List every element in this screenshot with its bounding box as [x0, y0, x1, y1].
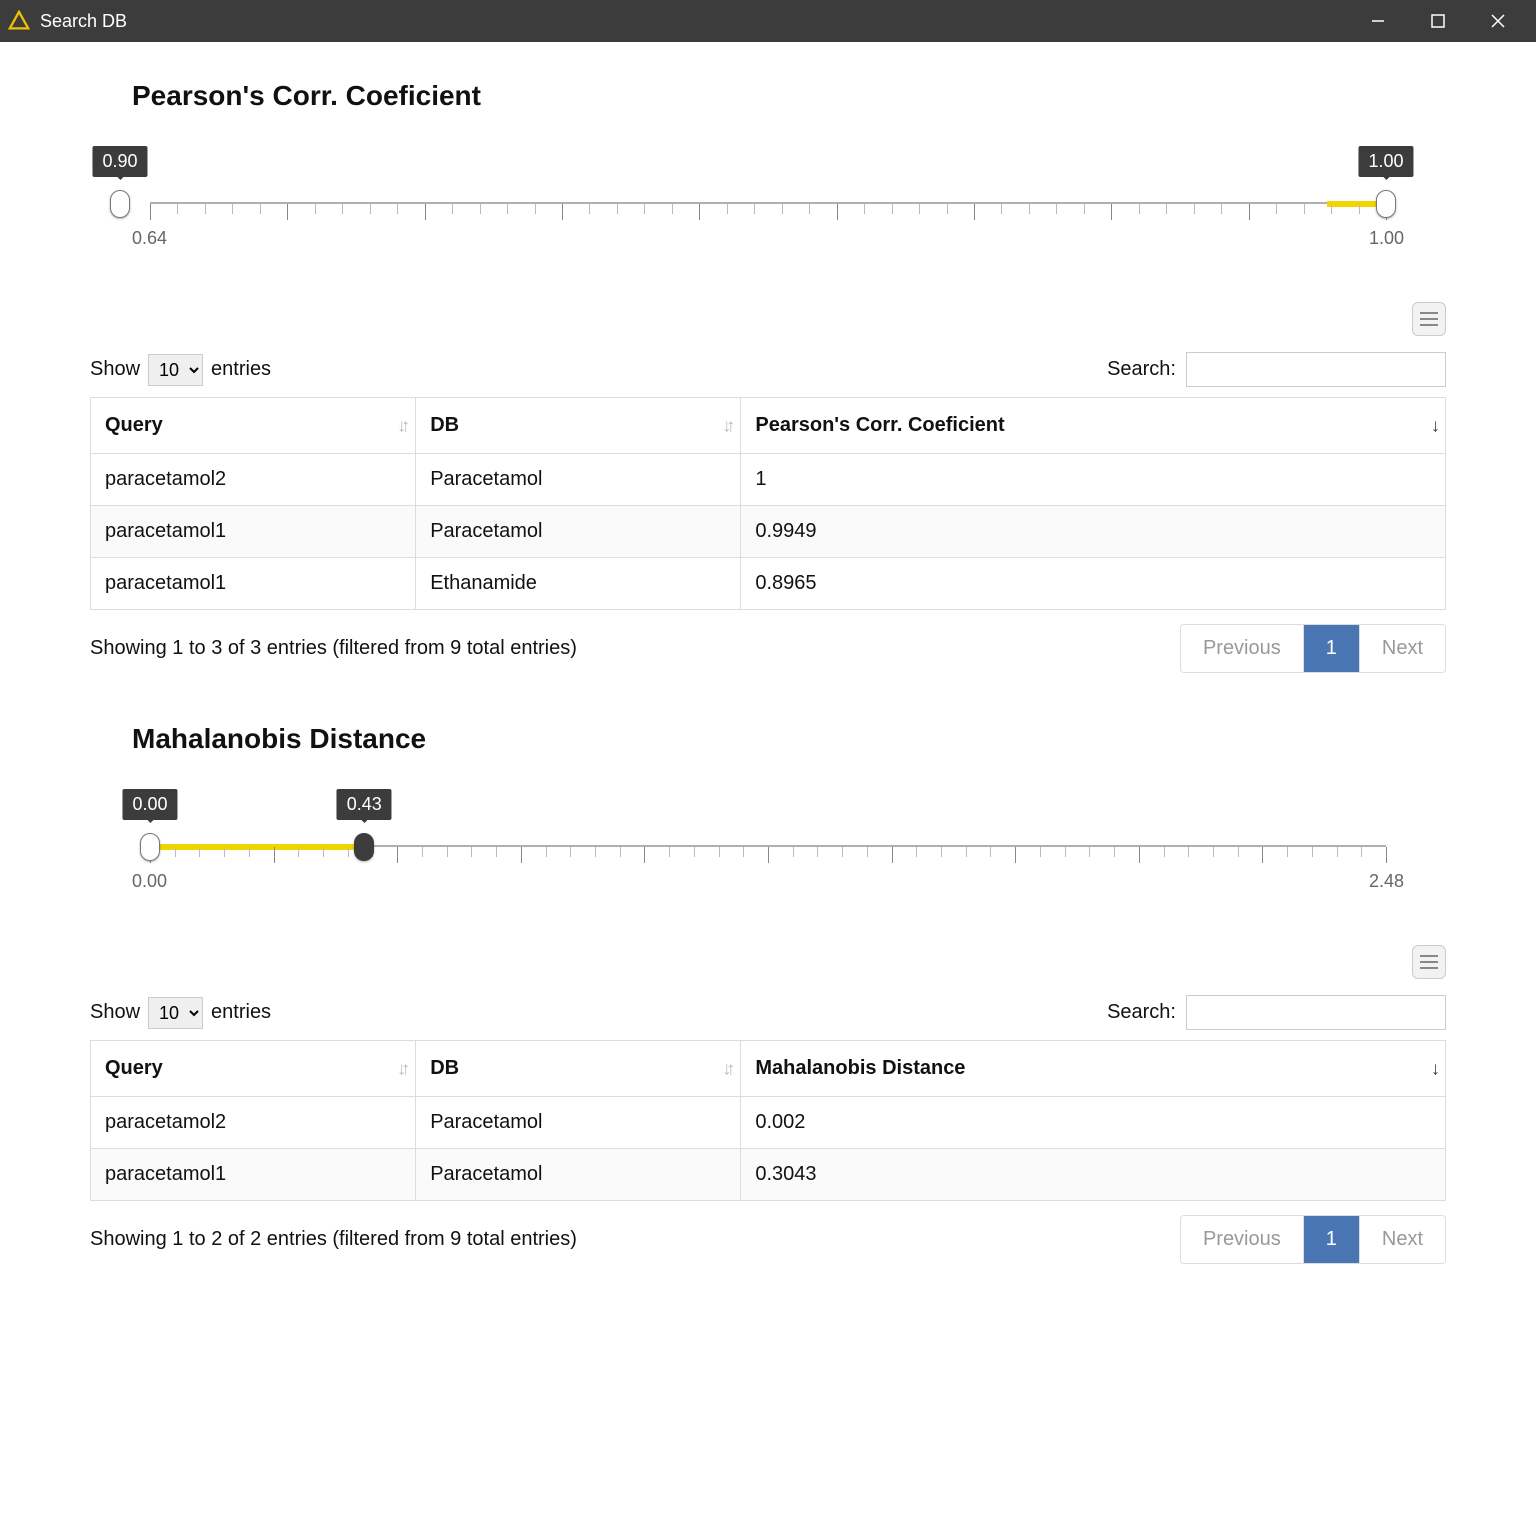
mahalanobis-slider-high-handle[interactable]	[354, 833, 374, 861]
table-cell: 1	[741, 454, 1446, 506]
show-label: Show	[90, 1001, 140, 1024]
mahalanobis-page-next[interactable]: Next	[1359, 1216, 1445, 1263]
window-titlebar: Search DB	[0, 0, 1536, 42]
sort-both-icon: ↓↑	[397, 1058, 405, 1079]
table-row: paracetamol2Paracetamol1	[91, 454, 1446, 506]
mahalanobis-slider-min-label: 0.00	[132, 871, 167, 892]
pearson-range-slider[interactable]: 0.90 1.00 0.64 1.00	[120, 142, 1416, 272]
pearson-col-value[interactable]: Pearson's Corr. Coeficient ↓	[741, 398, 1446, 454]
table-cell: Paracetamol	[416, 454, 741, 506]
table-cell: paracetamol1	[91, 1149, 416, 1201]
mahalanobis-col-query[interactable]: Query ↓↑	[91, 1041, 416, 1097]
mahalanobis-pagination: Previous 1 Next	[1180, 1215, 1446, 1264]
table-cell: Paracetamol	[416, 1097, 741, 1149]
mahalanobis-page-previous[interactable]: Previous	[1181, 1216, 1303, 1263]
sort-both-icon: ↓↑	[722, 415, 730, 436]
table-cell: Paracetamol	[416, 506, 741, 558]
section-pearson-title: Pearson's Corr. Coeficient	[132, 80, 1446, 112]
sort-both-icon: ↓↑	[397, 415, 405, 436]
window-maximize-button[interactable]	[1408, 0, 1468, 42]
pearson-search-input[interactable]	[1186, 352, 1446, 387]
table-cell: 0.9949	[741, 506, 1446, 558]
pearson-page-next[interactable]: Next	[1359, 625, 1445, 672]
pearson-col-db[interactable]: DB ↓↑	[416, 398, 741, 454]
table-cell: Ethanamide	[416, 558, 741, 610]
window-minimize-button[interactable]	[1348, 0, 1408, 42]
pearson-slider-high-tooltip: 1.00	[1358, 146, 1413, 177]
mahalanobis-col-db[interactable]: DB ↓↑	[416, 1041, 741, 1097]
sort-desc-icon: ↓	[1431, 415, 1435, 436]
mahalanobis-slider-low-tooltip: 0.00	[122, 789, 177, 820]
pearson-page-previous[interactable]: Previous	[1181, 625, 1303, 672]
search-label: Search:	[1107, 1001, 1176, 1024]
mahalanobis-col-value[interactable]: Mahalanobis Distance ↓	[741, 1041, 1446, 1097]
pearson-page-length-select[interactable]: 10	[148, 354, 203, 386]
mahalanobis-search-input[interactable]	[1186, 995, 1446, 1030]
pearson-pagination: Previous 1 Next	[1180, 624, 1446, 673]
table-cell: 0.8965	[741, 558, 1446, 610]
mahalanobis-table-menu-button[interactable]	[1412, 945, 1446, 979]
section-mahalanobis-title: Mahalanobis Distance	[132, 723, 1446, 755]
pearson-table-menu-button[interactable]	[1412, 302, 1446, 336]
table-row: paracetamol2Paracetamol0.002	[91, 1097, 1446, 1149]
table-cell: paracetamol2	[91, 1097, 416, 1149]
mahalanobis-table-info: Showing 1 to 2 of 2 entries (filtered fr…	[90, 1228, 577, 1251]
pearson-slider-low-tooltip: 0.90	[92, 146, 147, 177]
pearson-slider-high-handle[interactable]	[1376, 190, 1396, 218]
pearson-col-query[interactable]: Query ↓↑	[91, 398, 416, 454]
mahalanobis-table: Query ↓↑ DB ↓↑ Mahalanobis Distance ↓ pa…	[90, 1040, 1446, 1201]
table-row: paracetamol1Paracetamol0.9949	[91, 506, 1446, 558]
table-cell: paracetamol1	[91, 506, 416, 558]
entries-label: entries	[211, 1001, 271, 1024]
table-cell: 0.3043	[741, 1149, 1446, 1201]
mahalanobis-slider-max-label: 2.48	[1369, 871, 1404, 892]
table-cell: Paracetamol	[416, 1149, 741, 1201]
pearson-slider-min-label: 0.64	[132, 228, 167, 249]
mahalanobis-page-length-select[interactable]: 10	[148, 997, 203, 1029]
app-icon	[8, 10, 30, 32]
search-label: Search:	[1107, 358, 1176, 381]
table-cell: paracetamol2	[91, 454, 416, 506]
table-cell: 0.002	[741, 1097, 1446, 1149]
mahalanobis-slider-high-tooltip: 0.43	[337, 789, 392, 820]
sort-both-icon: ↓↑	[722, 1058, 730, 1079]
pearson-page-1[interactable]: 1	[1303, 625, 1359, 672]
table-row: paracetamol1Paracetamol0.3043	[91, 1149, 1446, 1201]
sort-asc-icon: ↓	[1431, 1058, 1435, 1079]
pearson-slider-low-handle[interactable]	[110, 190, 130, 218]
mahalanobis-page-1[interactable]: 1	[1303, 1216, 1359, 1263]
pearson-slider-max-label: 1.00	[1369, 228, 1404, 249]
show-label: Show	[90, 358, 140, 381]
window-title: Search DB	[40, 11, 127, 32]
window-close-button[interactable]	[1468, 0, 1528, 42]
mahalanobis-slider-low-handle[interactable]	[140, 833, 160, 861]
table-row: paracetamol1Ethanamide0.8965	[91, 558, 1446, 610]
table-cell: paracetamol1	[91, 558, 416, 610]
pearson-table: Query ↓↑ DB ↓↑ Pearson's Corr. Coeficien…	[90, 397, 1446, 610]
entries-label: entries	[211, 358, 271, 381]
mahalanobis-range-slider[interactable]: 0.00 0.43 0.00 2.48	[120, 785, 1416, 915]
pearson-table-info: Showing 1 to 3 of 3 entries (filtered fr…	[90, 637, 577, 660]
